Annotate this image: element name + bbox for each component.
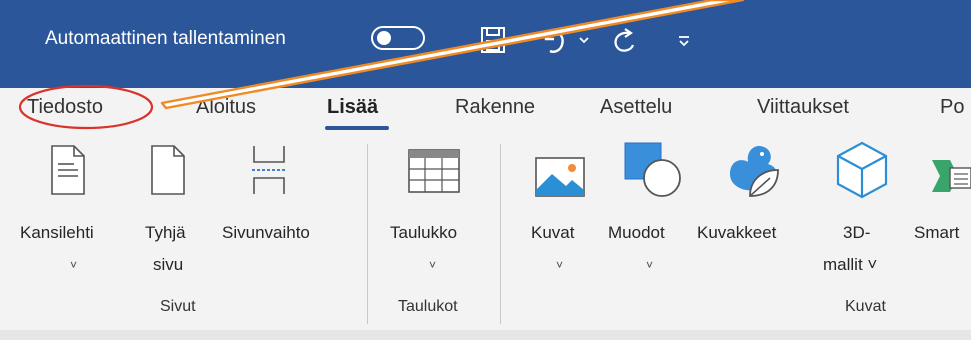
- save-icon: [481, 27, 505, 53]
- chevron-down-icon: ˅: [429, 258, 437, 272]
- 3d-models-label-2: mallit ˅: [823, 255, 878, 274]
- chevron-down-icon: [579, 37, 589, 44]
- customize-qat-button[interactable]: [672, 22, 696, 58]
- tab-home[interactable]: Aloitus: [196, 96, 256, 119]
- title-bar: Automaattinen tallentaminen: [0, 0, 971, 88]
- undo-icon: [544, 31, 564, 53]
- chevron-down-icon: ˅: [70, 258, 78, 272]
- tab-references[interactable]: Viittaukset: [757, 96, 849, 119]
- shapes-icon: [624, 142, 681, 197]
- smartart-label: Smart: [914, 223, 960, 242]
- chevron-down-icon: ˅: [556, 258, 564, 272]
- ribbon-insert: Kansilehti ˅ Tyhjä sivu Sivunvaihto Taul…: [0, 134, 971, 330]
- pictures-label: Kuvat: [531, 223, 575, 242]
- icons-gallery-icon: [730, 145, 779, 197]
- save-button[interactable]: [475, 22, 511, 58]
- group-label-pages: Sivut: [160, 298, 196, 315]
- undo-dropdown[interactable]: [576, 22, 592, 58]
- toggle-knob: [377, 31, 391, 45]
- chevron-down-icon: ˅: [646, 258, 654, 272]
- group-label-tables: Taulukot: [398, 298, 458, 315]
- picture-icon: [535, 157, 585, 197]
- blank-page-label-1: Tyhjä: [145, 223, 186, 242]
- table-label: Taulukko: [390, 223, 458, 242]
- tab-design[interactable]: Rakenne: [455, 96, 535, 119]
- tab-partial[interactable]: Po: [940, 96, 964, 119]
- group-separator: [500, 144, 501, 324]
- undo-button[interactable]: [532, 22, 576, 58]
- cover-page-label: Kansilehti: [20, 223, 94, 242]
- document-area-edge: [0, 330, 971, 340]
- blank-page-label-2: sivu: [153, 255, 184, 274]
- shapes-label: Muodot: [608, 223, 665, 242]
- smartart-icon: [932, 160, 971, 192]
- tab-file[interactable]: Tiedosto: [27, 96, 103, 119]
- table-icon: [408, 149, 460, 193]
- autosave-toggle[interactable]: [371, 26, 425, 50]
- group-separator: [367, 144, 368, 324]
- page-break-label: Sivunvaihto: [222, 223, 310, 242]
- cover-page-icon: [51, 145, 85, 195]
- blank-page-icon: [151, 145, 185, 195]
- page-break-icon: [252, 146, 286, 194]
- redo-button[interactable]: [606, 22, 642, 58]
- customize-icon: [679, 36, 689, 47]
- cube-icon: [836, 141, 888, 199]
- group-label-illustrations: Kuvat: [845, 298, 886, 315]
- 3d-models-label-1: 3D-: [843, 223, 871, 242]
- ribbon-tabs: Tiedosto Aloitus Lisää Rakenne Asettelu …: [0, 88, 971, 134]
- autosave-label: Automaattinen tallentaminen: [45, 28, 286, 49]
- redo-icon: [614, 28, 635, 52]
- icons-label: Kuvakkeet: [697, 223, 777, 242]
- tab-insert[interactable]: Lisää: [327, 96, 378, 119]
- active-tab-indicator: [325, 126, 389, 130]
- tab-layout[interactable]: Asettelu: [600, 96, 672, 119]
